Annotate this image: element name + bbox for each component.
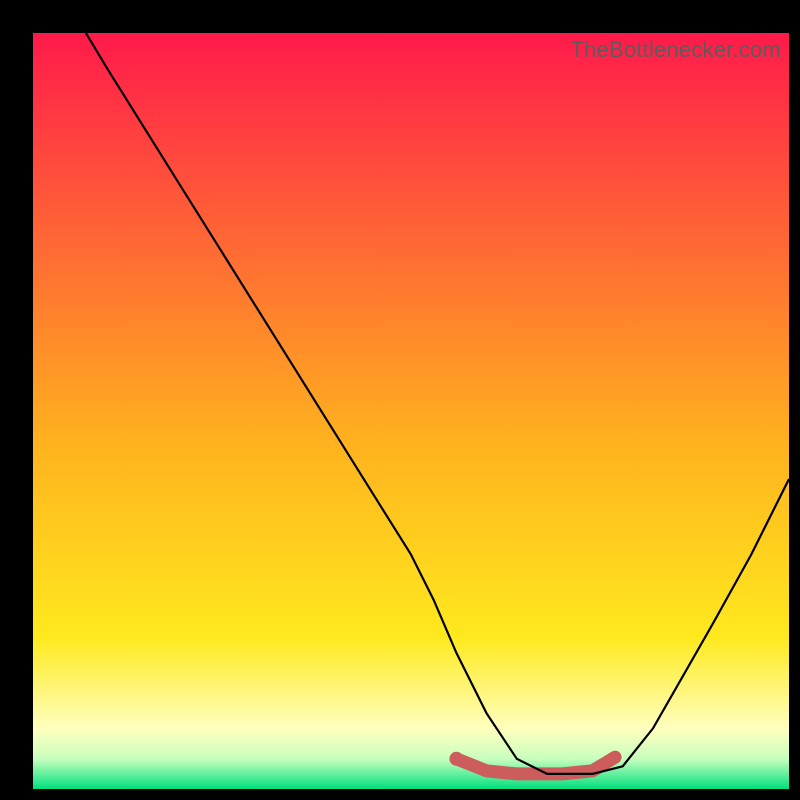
optimal-marker	[449, 752, 463, 766]
watermark-text: TheBottlenecker.com	[571, 37, 781, 63]
gradient-background	[33, 33, 789, 789]
bottleneck-plot	[33, 33, 789, 789]
chart-frame: TheBottlenecker.com	[33, 33, 789, 789]
